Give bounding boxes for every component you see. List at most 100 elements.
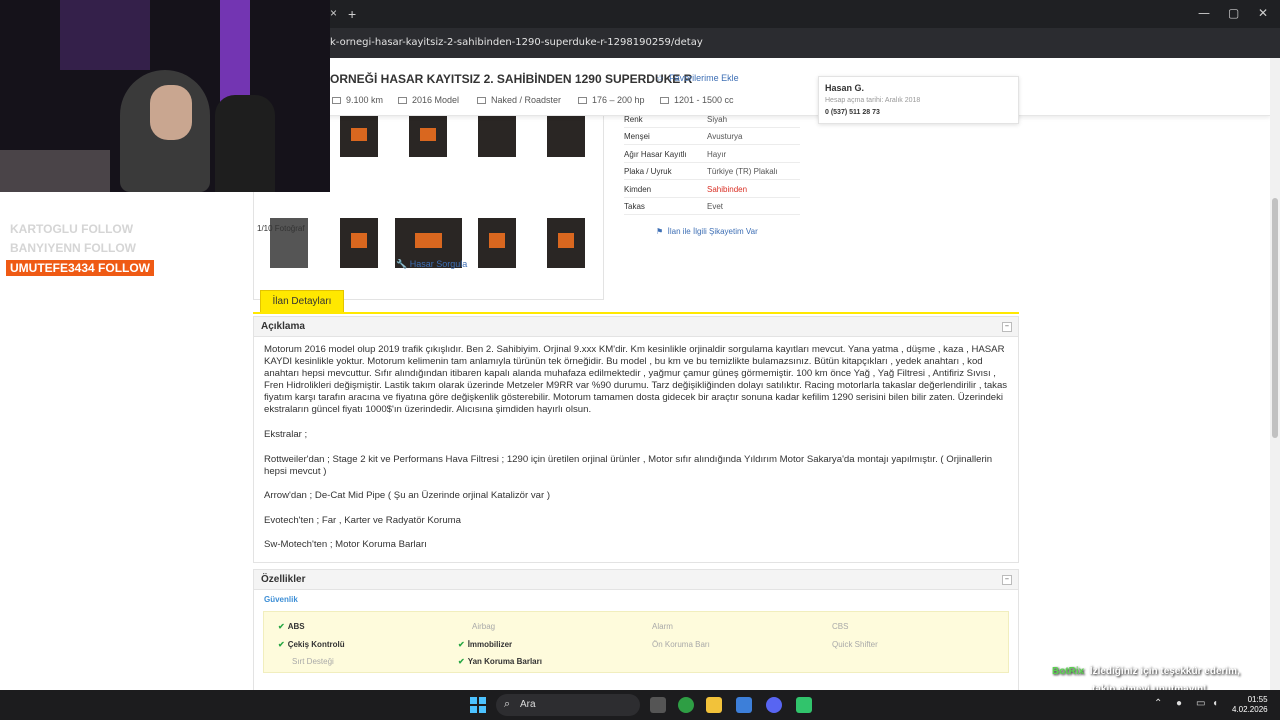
gallery-thumbnail[interactable] <box>409 116 447 157</box>
start-button[interactable] <box>470 697 486 713</box>
check-icon: ✔ <box>278 622 285 631</box>
feature-label: Quick Shifter <box>832 639 878 649</box>
feature-label: CBS <box>832 622 849 631</box>
page-scrollbar[interactable] <box>1270 58 1280 690</box>
favorite-label: Favorilerime Ekle <box>669 73 739 83</box>
spec-value: 1201 - 1500 cc <box>674 95 734 105</box>
check-icon: ✔ <box>458 657 465 666</box>
maximize-button[interactable]: ▢ <box>1228 6 1239 20</box>
damage-query-label: Hasar Sorgula <box>409 259 468 269</box>
seller-card[interactable]: Hasan G. Hesap açma tarihi: Aralık 2018 … <box>818 76 1019 124</box>
motorcycle-icon <box>477 97 486 104</box>
spec-value: 176 – 200 hp <box>592 95 645 105</box>
minimize-button[interactable]: — <box>1198 6 1210 20</box>
description-paragraph: Ekstralar ; <box>264 429 308 440</box>
tab-ilan-detaylari[interactable]: İlan Detayları <box>260 290 344 312</box>
complaint-link[interactable]: ⚑ İlan ile İlgili Şikayetim Var <box>656 227 758 236</box>
tab-underline <box>253 312 1019 314</box>
spec-value: 9.100 km <box>346 95 384 105</box>
gallery-thumbnail[interactable] <box>478 116 516 157</box>
clock-time: 01:55 <box>1247 695 1268 704</box>
spec-km: 9.100 km <box>332 95 383 105</box>
obs-icon[interactable] <box>796 697 812 713</box>
spec-type: Naked / Roadster <box>477 95 561 105</box>
feature-label: ABS <box>287 622 305 631</box>
info-row: Kimden Sahibinden <box>624 181 800 198</box>
file-explorer-icon[interactable] <box>706 697 722 713</box>
feature-item: ✔ Yan Koruma Barları <box>458 657 542 666</box>
feature-label: Çekiş Kontrolü <box>287 639 345 649</box>
follow-alert: KARTOGLU FOLLOW <box>10 222 134 236</box>
tray-chevron-icon[interactable]: ⌃ <box>1154 698 1162 709</box>
description-paragraph: Evotech'ten ; Far , Karter ve Radyatör K… <box>264 514 461 526</box>
info-key: Menşei <box>624 132 650 142</box>
chrome-icon[interactable] <box>678 697 694 713</box>
feature-label: İmmobilizer <box>467 639 513 649</box>
info-value: Sahibinden <box>707 184 748 194</box>
clock-date: 4.02.2026 <box>1232 705 1268 714</box>
info-row: Takas Evet <box>624 198 800 215</box>
photo-count: 1/10 Fotoğraf <box>257 224 305 233</box>
gallery-thumbnail[interactable] <box>478 218 516 268</box>
microphone-icon[interactable]: ● <box>1176 698 1182 709</box>
feature-item: ✔ ABS <box>278 622 305 631</box>
info-value: Evet <box>707 202 724 211</box>
app-icon[interactable] <box>736 697 752 713</box>
complaint-label: İlan ile İlgili Şikayetim Var <box>667 227 758 236</box>
damage-query-link[interactable]: 🔧 Hasar Sorgula <box>396 259 467 270</box>
search-label: Ara <box>520 699 536 710</box>
description-paragraph: Arrow'dan ; De-Cat Mid Pipe ( Şu an Üzer… <box>264 490 551 501</box>
info-value: Avusturya <box>707 132 743 142</box>
network-icon[interactable]: ▭ <box>1196 698 1205 709</box>
features-list: ✔ ABS Airbag Alarm CBS ✔ Çekiş Kontrolü ✔ İmmobi… <box>263 611 1009 673</box>
description-paragraph: Rottweiler'dan ; Stage 2 kit ve Performa… <box>264 453 993 477</box>
discord-icon[interactable] <box>766 697 782 713</box>
scrollbar-thumb[interactable] <box>1272 198 1278 438</box>
cam-chair <box>215 95 275 192</box>
cam-face <box>150 85 192 140</box>
description-body: Motorum 2016 model olup 2019 trafik çıkı… <box>254 337 1018 571</box>
gallery-thumbnail[interactable] <box>547 218 585 268</box>
info-key: Renk <box>624 115 643 124</box>
info-key: Ağır Hasar Kayıtlı <box>624 149 687 159</box>
feature-label: Yan Koruma Barları <box>467 657 542 666</box>
info-key: Takas <box>624 202 645 211</box>
feature-label: Alarm <box>652 622 673 631</box>
url-text[interactable]: k-ornegi-hasar-kayitsiz-2-sahibinden-129… <box>330 37 703 48</box>
clock[interactable]: 01:55 4.02.2026 <box>1232 695 1268 715</box>
taskbar-search[interactable]: ⌕ Ara <box>496 694 640 716</box>
description-section: Açıklama – Motorum 2016 model olup 2019 … <box>253 316 1019 563</box>
gallery-thumbnail[interactable] <box>340 218 378 268</box>
info-row: Menşei Avusturya <box>624 128 800 146</box>
volume-icon[interactable]: ◖ <box>1212 698 1218 709</box>
seller-name: Hasan G. <box>825 83 865 93</box>
gallery-thumbnail[interactable] <box>340 116 378 157</box>
feature-label: Sırt Desteği <box>292 657 334 666</box>
description-paragraph: Motorum 2016 model olup 2019 trafik çıkı… <box>264 344 1008 415</box>
add-favorite-button[interactable]: ☆ Favorilerime Ekle <box>656 73 739 84</box>
collapse-icon[interactable]: – <box>1002 322 1012 332</box>
feature-item: Airbag <box>458 622 495 631</box>
bot-name: BotRix <box>1052 666 1085 677</box>
info-key: Plaka / Uyruk <box>624 167 672 177</box>
windows-taskbar: ⌕ Ara ⌃ ● ▭ ◖ 01:55 4.02.2026 <box>0 690 1280 720</box>
feature-item: Quick Shifter <box>818 640 878 649</box>
description-header[interactable]: Açıklama – <box>254 317 1018 337</box>
cam-shelf <box>0 150 110 192</box>
new-tab-button[interactable]: + <box>348 6 356 22</box>
features-header[interactable]: Özellikler – <box>254 570 1018 590</box>
feature-item: ✔ Çekiş Kontrolü <box>278 640 345 649</box>
tab-close-button[interactable]: × <box>330 6 337 20</box>
feature-item: Sırt Desteği <box>278 657 334 666</box>
volume-icon <box>660 97 669 104</box>
seller-phone[interactable]: 0 (537) 511 28 73 <box>825 109 880 116</box>
info-row: Ağır Hasar Kayıtlı Hayır <box>624 146 800 163</box>
gallery-thumbnail[interactable] <box>547 116 585 157</box>
feature-item: Alarm <box>638 622 673 631</box>
spec-hp: 176 – 200 hp <box>578 95 645 105</box>
info-row: Plaka / Uyruk Türkiye (TR) Plakalı <box>624 163 800 181</box>
window-close-button[interactable]: ✕ <box>1258 6 1268 20</box>
spec-year: 2016 Model <box>398 95 459 105</box>
collapse-icon[interactable]: – <box>1002 575 1012 585</box>
task-view-icon[interactable] <box>650 697 666 713</box>
